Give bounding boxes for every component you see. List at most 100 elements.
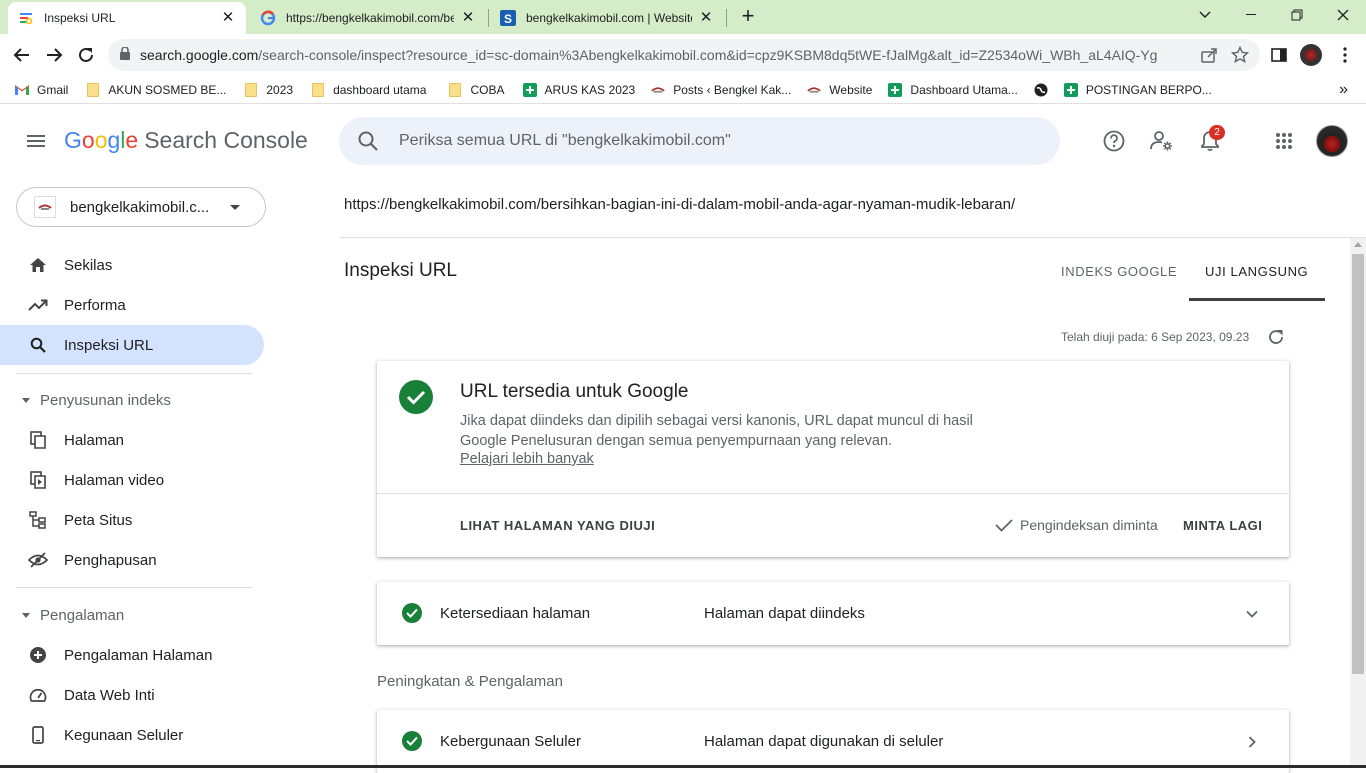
folder-icon <box>311 82 325 97</box>
row-label: Kebergunaan Seluler <box>440 733 581 750</box>
search-icon <box>28 335 48 355</box>
bookmark-star-icon[interactable] <box>1229 44 1251 66</box>
learn-more-link[interactable]: Pelajari lebih banyak <box>460 451 594 467</box>
collapse-arrow-icon <box>22 612 30 618</box>
sidebar-item-halaman-video[interactable]: Halaman video <box>0 460 264 500</box>
bookmark-label: ARUS KAS 2023 <box>544 82 636 97</box>
property-selector[interactable]: bengkelkakimobil.c... <box>16 187 266 227</box>
profile-avatar[interactable] <box>1300 44 1322 66</box>
bookmark-postingan[interactable]: POSTINGAN BERPO... <box>1063 78 1212 102</box>
scroll-up-arrow-icon[interactable] <box>1354 242 1362 247</box>
close-window-icon[interactable] <box>1320 0 1366 30</box>
sidebar-item-label: Data Web Inti <box>64 686 155 704</box>
check-circle-icon <box>399 380 433 414</box>
bookmark-website[interactable]: Website <box>807 78 872 102</box>
page-availability-row[interactable]: Ketersediaan halaman Halaman dapat diind… <box>377 582 1289 645</box>
property-favicon <box>34 196 56 218</box>
sidebar-item-peta-situs[interactable]: Peta Situs <box>0 500 264 540</box>
sidebar-divider <box>16 587 252 588</box>
sidebar-item-sekilas[interactable]: Sekilas <box>0 245 264 285</box>
google-icon <box>260 10 276 26</box>
bookmark-label: COBA <box>470 82 505 97</box>
tab-uji-langsung[interactable]: UJI LANGSUNG <box>1205 264 1308 279</box>
share-icon[interactable] <box>1198 44 1220 66</box>
sidebar-item-pengalaman-halaman[interactable]: Pengalaman Halaman <box>0 635 264 675</box>
bookmark-gmail[interactable]: Gmail <box>15 78 68 102</box>
minimize-icon[interactable] <box>1228 0 1274 30</box>
search-console-logo[interactable]: Google Search Console <box>64 127 308 154</box>
bookmark-folder-dashboard[interactable]: dashboard utama <box>311 78 426 102</box>
close-tab-icon[interactable]: ✕ <box>220 10 236 26</box>
active-tab-indicator <box>1189 298 1325 301</box>
mobile-usability-row[interactable]: Kebergunaan Seluler Halaman dapat diguna… <box>377 710 1289 773</box>
sidebar-item-performa[interactable]: Performa <box>0 285 264 325</box>
side-panel-icon[interactable] <box>1268 44 1290 66</box>
product-name: Search Console <box>144 127 308 153</box>
search-icon <box>357 130 379 152</box>
check-circle-icon <box>402 603 422 623</box>
row-value: Halaman dapat diindeks <box>704 605 865 622</box>
request-again-button[interactable]: MINTA LAGI <box>1183 518 1262 533</box>
tab-indeks-google[interactable]: INDEKS GOOGLE <box>1061 264 1177 279</box>
enhancements-heading: Peningkatan & Pengalaman <box>377 673 563 690</box>
indexing-requested-label: Pengindeksan diminta <box>1020 517 1158 533</box>
search-input[interactable] <box>399 132 1019 150</box>
retest-refresh-icon[interactable] <box>1267 328 1285 346</box>
forward-icon[interactable] <box>40 41 68 69</box>
menu-icon[interactable] <box>24 129 48 153</box>
browser-tab-2[interactable]: https://bengkelkakimobil.com/be ✕ <box>250 2 486 34</box>
section-pengalaman[interactable]: Pengalaman <box>0 600 264 630</box>
trending-icon <box>28 295 48 315</box>
sidebar-item-label: Kegunaan Seluler <box>64 726 184 744</box>
bookmark-globe[interactable] <box>1034 78 1056 102</box>
browser-tab-3[interactable]: S bengkelkakimobil.com | Website ✕ <box>490 2 724 34</box>
restore-icon[interactable] <box>1274 0 1320 30</box>
url-inspection-search[interactable] <box>339 117 1060 165</box>
view-tested-page-button[interactable]: LIHAT HALAMAN YANG DIUJI <box>460 518 655 533</box>
browser-menu-icon[interactable] <box>1334 44 1356 66</box>
close-tab-icon[interactable]: ✕ <box>460 10 476 26</box>
browser-tab-inspeksi-url[interactable]: Inspeksi URL ✕ <box>8 2 246 34</box>
chevron-right-icon[interactable] <box>1241 731 1263 753</box>
card-divider <box>377 493 1289 494</box>
sidebar-item-penghapusan[interactable]: Penghapusan <box>0 540 264 580</box>
bookmark-label: 2023 <box>266 82 294 97</box>
bookmark-folder-2023[interactable]: 2023 <box>244 78 293 102</box>
new-tab-button[interactable]: + <box>737 5 759 28</box>
close-tab-icon[interactable]: ✕ <box>698 10 714 26</box>
more-bookmarks-button[interactable]: » <box>1339 78 1348 102</box>
sidebar-item-inspeksi-url[interactable]: Inspeksi URL <box>0 325 264 365</box>
sidebar-item-data-web-inti[interactable]: Data Web Inti <box>0 675 264 715</box>
section-penyusunan-indeks[interactable]: Penyusunan indeks <box>0 385 264 415</box>
account-avatar[interactable] <box>1316 125 1348 157</box>
reload-icon[interactable] <box>72 41 100 69</box>
scrollbar[interactable] <box>1350 238 1366 768</box>
address-bar[interactable]: search.google.com/search-console/inspect… <box>108 39 1260 71</box>
back-icon[interactable] <box>8 41 36 69</box>
pages-icon <box>28 430 48 450</box>
bookmark-dashboard-utama[interactable]: Dashboard Utama... <box>888 78 1018 102</box>
sitemap-icon <box>28 510 48 530</box>
scrollbar-thumb[interactable] <box>1352 254 1364 674</box>
bookmark-label: Posts ‹ Bengkel Kak... <box>673 82 792 97</box>
sheets-icon <box>522 82 537 97</box>
svg-text:S: S <box>504 12 512 26</box>
bookmark-arus-kas[interactable]: ARUS KAS 2023 <box>522 78 636 102</box>
expand-chevron-icon[interactable] <box>1241 603 1263 625</box>
help-icon[interactable] <box>1102 129 1126 153</box>
bookmark-folder-akun[interactable]: AKUN SOSMED BE... <box>86 78 226 102</box>
sidebar-item-label: Sekilas <box>64 256 113 274</box>
sidebar-item-kegunaan-seluler[interactable]: Kegunaan Seluler <box>0 715 264 755</box>
bookmarks-bar: Gmail AKUN SOSMED BE... 2023 dashboard u… <box>0 76 1366 104</box>
apps-grid-icon[interactable] <box>1272 129 1296 153</box>
folder-icon <box>244 82 258 97</box>
gauge-icon <box>28 685 48 705</box>
bookmark-posts[interactable]: Posts ‹ Bengkel Kak... <box>651 78 791 102</box>
site-icon <box>651 83 665 97</box>
users-settings-icon[interactable] <box>1150 129 1174 153</box>
sidebar-item-halaman[interactable]: Halaman <box>0 420 264 460</box>
bookmark-label: AKUN SOSMED BE... <box>108 82 227 97</box>
bookmark-folder-coba[interactable]: COBA <box>448 78 505 102</box>
tab-search-icon[interactable] <box>1182 0 1228 30</box>
row-label: Ketersediaan halaman <box>440 605 591 622</box>
